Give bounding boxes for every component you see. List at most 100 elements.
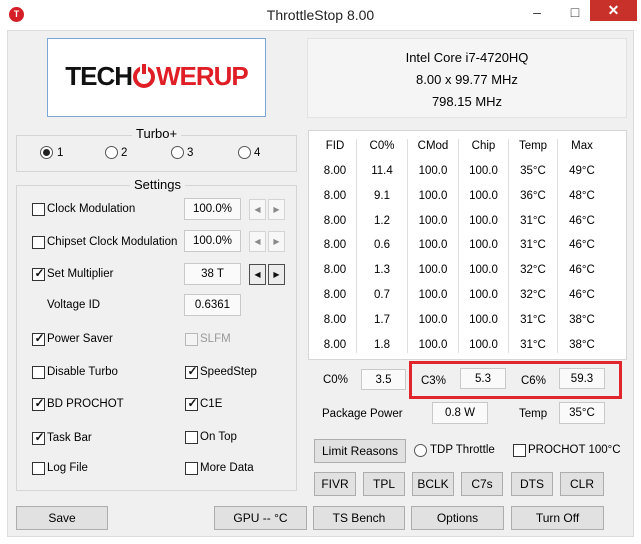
techpowerup-logo[interactable]: TECH WERUP xyxy=(47,38,266,117)
clock-modulation-label[interactable]: Clock Modulation xyxy=(47,203,135,215)
core-0-c0-cell: 11.4 xyxy=(371,165,393,177)
ts-bench-button[interactable]: TS Bench xyxy=(313,506,405,530)
turn-off-button[interactable]: Turn Off xyxy=(511,506,604,530)
core-7-temp-cell: 31°C xyxy=(520,338,546,351)
prochot-100-checkbox[interactable] xyxy=(513,444,526,457)
c6-value: 59.3 xyxy=(559,368,605,389)
slfm-checkbox xyxy=(185,333,198,346)
core-1-chip-cell: 100.0 xyxy=(469,189,498,202)
chipset-clock-modulation-value[interactable]: 100.0% xyxy=(184,230,241,252)
speedstep-label[interactable]: SpeedStep xyxy=(200,366,257,378)
core-6-temp-cell: 31°C xyxy=(520,313,546,326)
check-mark-icon: ✓ xyxy=(34,266,45,280)
task-bar-checkbox[interactable]: ✓ xyxy=(32,430,45,445)
log-file-checkbox[interactable] xyxy=(32,462,45,475)
gpu-button[interactable]: GPU -- °C xyxy=(214,506,307,530)
core-5-cmod-cell: 100.0 xyxy=(418,289,448,301)
more-data-label[interactable]: More Data xyxy=(200,462,254,474)
clock-modulation-value[interactable]: 100.0% xyxy=(184,198,241,220)
profile-2-label[interactable]: 2 xyxy=(121,147,127,159)
core-1-temp-cell: 36°C xyxy=(520,189,546,202)
profile-4-label[interactable]: 4 xyxy=(254,147,260,159)
more-data-checkbox[interactable] xyxy=(185,462,198,475)
core-4-cmod-cell: 100.0 xyxy=(418,264,448,277)
window-frame-left xyxy=(0,30,7,544)
limit-reasons-button[interactable]: Limit Reasons xyxy=(314,439,406,463)
maximize-button[interactable]: □ xyxy=(563,4,587,20)
chipset-clock-modulation-checkbox[interactable] xyxy=(32,236,45,249)
tpl-button[interactable]: TPL xyxy=(363,472,405,496)
chipset-clock-modulation-decrease[interactable]: ◀ xyxy=(249,231,266,252)
column-header-chip: Chip xyxy=(471,140,496,152)
package-power-value: 0.8 W xyxy=(432,402,488,424)
chipset-clock-modulation-label[interactable]: Chipset Clock Modulation xyxy=(47,236,177,248)
profile-2-radio[interactable] xyxy=(105,146,118,159)
column-header-max: Max xyxy=(571,140,593,152)
core-4-fid-cell: 8.00 xyxy=(323,264,347,277)
set-multiplier-label[interactable]: Set Multiplier xyxy=(47,268,113,280)
bd-prochot-label[interactable]: BD PROCHOT xyxy=(47,398,124,410)
core-1-fid-cell: 8.00 xyxy=(323,189,347,202)
column-header-fid: FID xyxy=(325,140,345,152)
profile-3-label[interactable]: 3 xyxy=(187,147,193,159)
core-3-max-cell: 46°C xyxy=(569,239,595,252)
core-0-temp-cell: 35°C xyxy=(520,165,546,177)
clock-modulation-increase[interactable]: ▶ xyxy=(268,199,285,220)
clr-button[interactable]: CLR xyxy=(560,472,604,496)
clock-modulation-checkbox[interactable] xyxy=(32,203,45,216)
save-button[interactable]: Save xyxy=(16,506,108,530)
set-multiplier-value[interactable]: 38 T xyxy=(184,263,241,285)
close-button[interactable]: ✕ xyxy=(590,0,637,21)
bclk-button[interactable]: BCLK xyxy=(412,472,454,496)
core-6-max-cell: 38°C xyxy=(569,313,595,326)
profile-1-label[interactable]: 1 xyxy=(57,147,63,159)
profile-3-radio[interactable] xyxy=(171,146,184,159)
set-multiplier-increase[interactable]: ▶ xyxy=(268,264,285,285)
logo-wordmark: TECH WERUP xyxy=(65,61,249,91)
core-6-c0-cell: 1.7 xyxy=(374,313,390,326)
c0-value: 3.5 xyxy=(361,369,406,390)
power-saver-label[interactable]: Power Saver xyxy=(47,333,113,345)
bd-prochot-checkbox[interactable]: ✓ xyxy=(32,396,45,411)
prochot-100-label[interactable]: PROCHOT 100°C xyxy=(528,444,621,456)
fivr-button[interactable]: FIVR xyxy=(314,472,356,496)
core-6-cmod-cell: 100.0 xyxy=(418,313,448,326)
core-2-temp-cell: 31°C xyxy=(520,214,546,227)
c3-label: C3% xyxy=(421,375,446,387)
profile-1-radio[interactable] xyxy=(40,146,53,159)
profile-4-radio[interactable] xyxy=(238,146,251,159)
disable-turbo-label[interactable]: Disable Turbo xyxy=(47,366,118,378)
chipset-clock-modulation-increase[interactable]: ▶ xyxy=(268,231,285,252)
core-3-cmod-cell: 100.0 xyxy=(418,239,448,252)
cpu-name: Intel Core i7-4720HQ xyxy=(405,50,529,65)
set-multiplier-decrease[interactable]: ◀ xyxy=(249,264,266,285)
c1e-checkbox[interactable]: ✓ xyxy=(185,396,198,411)
options-button[interactable]: Options xyxy=(411,506,504,530)
core-3-fid-cell: 8.00 xyxy=(323,239,347,252)
set-multiplier-checkbox[interactable]: ✓ xyxy=(32,266,45,281)
package-power-label: Package Power xyxy=(322,408,403,420)
log-file-label[interactable]: Log File xyxy=(47,462,88,474)
cpu-multiplier: 8.00 x 99.77 MHz xyxy=(416,72,518,87)
core-1-c0-cell: 9.1 xyxy=(374,189,390,202)
c1e-label[interactable]: C1E xyxy=(200,398,222,410)
speedstep-checkbox[interactable]: ✓ xyxy=(185,364,198,379)
core-7-c0-cell: 1.8 xyxy=(374,338,390,351)
core-0-chip-cell: 100.0 xyxy=(469,165,498,177)
core-3-c0-cell: 0.6 xyxy=(374,239,390,252)
dts-button[interactable]: DTS xyxy=(511,472,553,496)
voltage-id-value: 0.6361 xyxy=(184,294,241,316)
task-bar-label[interactable]: Task Bar xyxy=(47,432,92,444)
core-2-c0-cell: 1.2 xyxy=(374,214,390,227)
on-top-checkbox[interactable] xyxy=(185,431,198,444)
disable-turbo-checkbox[interactable] xyxy=(32,366,45,379)
minimize-button[interactable]: – xyxy=(525,4,549,20)
slfm-label: SLFM xyxy=(200,333,231,345)
c7s-button[interactable]: C7s xyxy=(461,472,503,496)
power-saver-checkbox[interactable]: ✓ xyxy=(32,331,45,346)
on-top-label[interactable]: On Top xyxy=(200,431,237,443)
core-2-cmod-cell: 100.0 xyxy=(418,214,448,227)
core-5-temp-cell: 32°C xyxy=(520,289,546,301)
core-0-fid-cell: 8.00 xyxy=(323,165,347,177)
clock-modulation-decrease[interactable]: ◀ xyxy=(249,199,266,220)
